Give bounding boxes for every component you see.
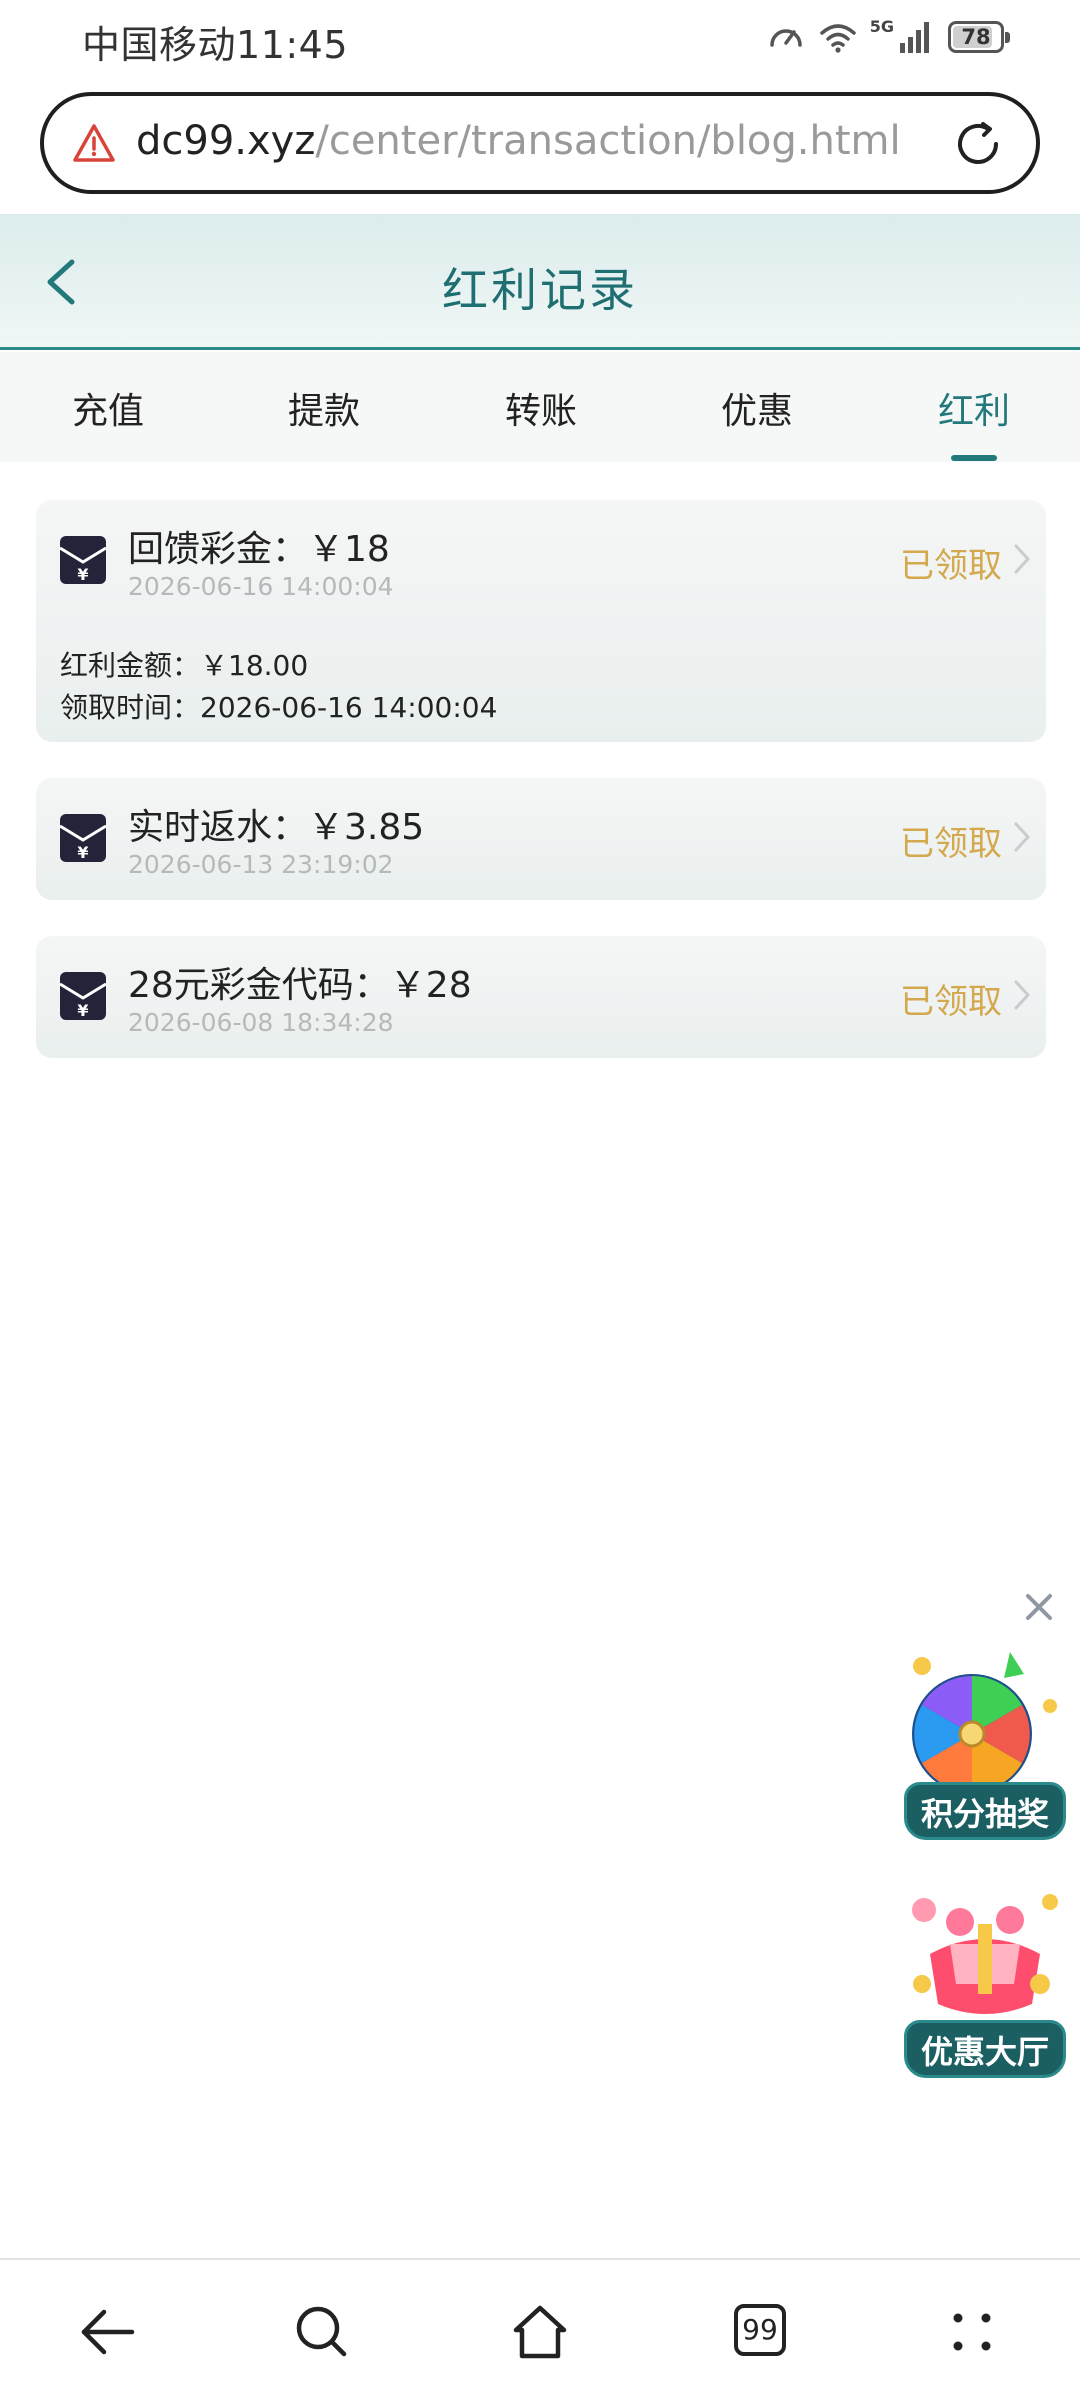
close-icon[interactable] bbox=[1022, 1590, 1056, 1624]
record-status: 已领取 bbox=[900, 824, 1002, 864]
claim-time-label: 领取时间： bbox=[60, 691, 201, 724]
gift-box-icon bbox=[912, 1894, 1058, 2014]
svg-text:¥: ¥ bbox=[77, 1001, 88, 1020]
clock: 11:45 bbox=[236, 23, 349, 67]
tab-transfer[interactable]: 转账 bbox=[461, 382, 621, 434]
battery-level: 78 bbox=[961, 25, 991, 49]
red-envelope-icon: ¥ bbox=[59, 972, 107, 1020]
record-title: 实时返水：￥3.85 bbox=[128, 807, 425, 848]
tab-recharge[interactable]: 充值 bbox=[28, 382, 188, 434]
red-envelope-icon: ¥ bbox=[59, 536, 107, 584]
svg-text:¥: ¥ bbox=[77, 565, 88, 584]
record-status: 已领取 bbox=[900, 546, 1002, 586]
network-type: 5G bbox=[869, 16, 894, 36]
points-lottery-button[interactable]: 积分抽奖 bbox=[900, 1646, 1070, 1846]
prize-wheel-icon bbox=[912, 1652, 1057, 1794]
tab-bonus[interactable]: 红利 bbox=[894, 382, 1054, 434]
record-title: 28元彩金代码：￥28 bbox=[128, 965, 472, 1006]
search-icon[interactable] bbox=[290, 2300, 354, 2364]
claim-time-row: 领取时间：2026-06-16 14:00:04 bbox=[60, 686, 497, 726]
battery-indicator: 78 bbox=[948, 21, 1010, 53]
svg-text:¥: ¥ bbox=[77, 843, 88, 862]
record-title: 回馈彩金：￥18 bbox=[128, 529, 390, 570]
menu-dots-icon[interactable] bbox=[940, 2300, 1004, 2364]
claim-time-value: 2026-06-16 14:00:04 bbox=[200, 691, 498, 724]
red-envelope-icon: ¥ bbox=[59, 814, 107, 862]
browser-bottom-nav: 99 bbox=[0, 2258, 1080, 2400]
page-header: 红利记录 bbox=[0, 214, 1080, 350]
url-path: /center/transaction/blog.html bbox=[315, 118, 901, 164]
page-title: 红利记录 bbox=[442, 263, 638, 317]
bonus-record-card[interactable]: ¥ 实时返水：￥3.85 2026-06-13 23:19:02 已领取 bbox=[36, 778, 1046, 900]
home-icon[interactable] bbox=[508, 2300, 572, 2364]
reload-icon[interactable] bbox=[950, 116, 1006, 172]
chevron-right-icon bbox=[1014, 822, 1030, 852]
chevron-right-icon bbox=[1014, 980, 1030, 1010]
active-tab-indicator bbox=[951, 455, 997, 461]
speed-meter-icon bbox=[769, 29, 802, 47]
record-time: 2026-06-16 14:00:04 bbox=[128, 572, 394, 601]
chevron-right-icon bbox=[1014, 544, 1030, 574]
record-time: 2026-06-13 23:19:02 bbox=[128, 850, 394, 879]
warning-icon[interactable] bbox=[72, 122, 116, 166]
back-icon[interactable] bbox=[76, 2300, 140, 2364]
tab-promotion[interactable]: 优惠 bbox=[677, 382, 837, 434]
signal-icon bbox=[900, 22, 929, 53]
status-bar: 中国移动11:45 5G 78 bbox=[0, 0, 1080, 76]
address-bar[interactable]: dc99.xyz/center/transaction/blog.html bbox=[40, 92, 1040, 194]
promotion-hall-label: 优惠大厅 bbox=[904, 2020, 1066, 2078]
bonus-amount-label: 红利金额： bbox=[60, 649, 201, 682]
record-status: 已领取 bbox=[900, 982, 1002, 1022]
bonus-amount-value: ￥18.00 bbox=[200, 649, 309, 682]
url-domain: dc99.xyz bbox=[136, 118, 316, 164]
wifi-icon bbox=[819, 24, 856, 53]
points-lottery-label: 积分抽奖 bbox=[904, 1782, 1066, 1840]
promotion-hall-button[interactable]: 优惠大厅 bbox=[900, 1884, 1070, 2084]
bonus-record-card[interactable]: ¥ 28元彩金代码：￥28 2026-06-08 18:34:28 已领取 bbox=[36, 936, 1046, 1058]
record-tabs: 充值 提款 转账 优惠 红利 bbox=[0, 352, 1080, 462]
bonus-amount-row: 红利金额：￥18.00 bbox=[60, 644, 308, 684]
status-icons: 5G 78 bbox=[766, 14, 1010, 60]
status-left: 中国移动11:45 bbox=[82, 14, 348, 69]
tab-withdraw[interactable]: 提款 bbox=[244, 382, 404, 434]
record-time: 2026-06-08 18:34:28 bbox=[128, 1008, 394, 1037]
bonus-record-card[interactable]: ¥ 回馈彩金：￥18 2026-06-16 14:00:04 已领取 红利金额：… bbox=[36, 500, 1046, 742]
tabs-count-button[interactable]: 99 bbox=[734, 2304, 786, 2356]
carrier-name: 中国移动 bbox=[82, 23, 237, 67]
url-text[interactable]: dc99.xyz/center/transaction/blog.html bbox=[136, 118, 901, 164]
